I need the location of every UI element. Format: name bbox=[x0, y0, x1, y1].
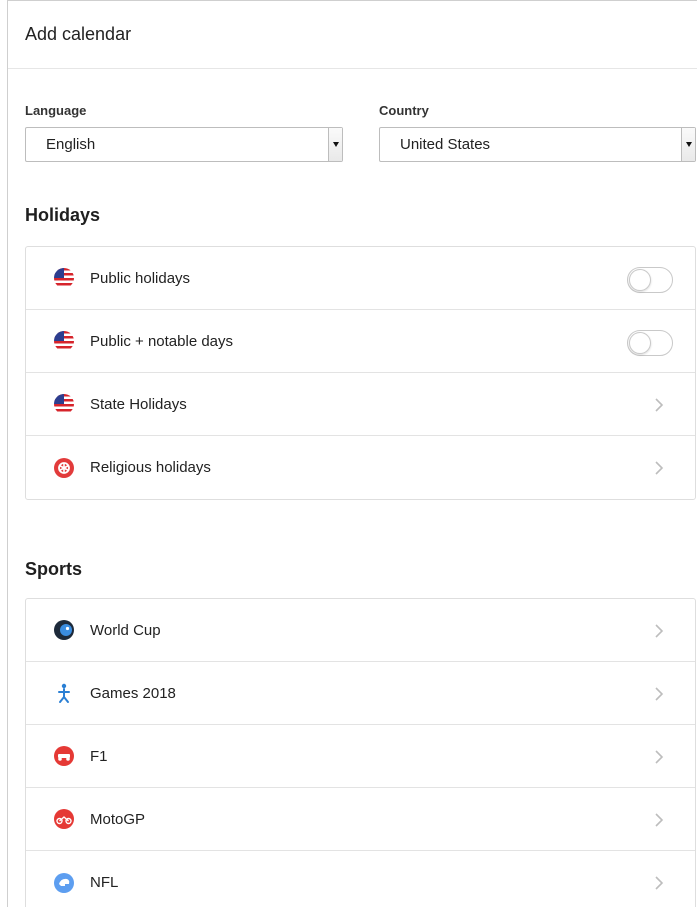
nfl-icon bbox=[53, 872, 75, 894]
row-label: Public + notable days bbox=[90, 332, 234, 350]
chevron-right-icon bbox=[655, 876, 664, 890]
country-group: Country United States bbox=[379, 103, 696, 162]
sports-list: World Cup Games 2018 F1 MotoGP NFL bbox=[25, 598, 696, 907]
motogp-icon bbox=[53, 808, 75, 830]
language-value: English bbox=[46, 136, 96, 153]
chevron-right-icon bbox=[655, 813, 664, 827]
row-label: State Holidays bbox=[90, 395, 187, 413]
list-item-world-cup[interactable]: World Cup bbox=[26, 599, 695, 662]
holidays-list: Public holidays Public + notable days St… bbox=[25, 246, 696, 500]
add-calendar-panel: Add calendar Language English Country Un… bbox=[7, 0, 697, 907]
world-cup-icon bbox=[53, 619, 75, 641]
holidays-section-title: Holidays bbox=[25, 205, 101, 225]
us-flag-icon bbox=[53, 393, 75, 415]
religious-icon bbox=[53, 457, 75, 479]
row-label: NFL bbox=[90, 874, 119, 891]
public-notable-days-toggle[interactable] bbox=[627, 330, 673, 356]
country-label: Country bbox=[379, 103, 429, 118]
country-value: United States bbox=[400, 136, 491, 153]
f1-icon bbox=[53, 745, 75, 767]
list-item-public-notable-days: Public + notable days bbox=[26, 310, 695, 373]
row-label: Public holidays bbox=[90, 269, 191, 287]
chevron-right-icon bbox=[655, 461, 664, 475]
list-item-f1[interactable]: F1 bbox=[26, 725, 695, 788]
language-select[interactable]: English bbox=[25, 127, 343, 162]
chevron-right-icon bbox=[655, 750, 664, 764]
sports-section-title: Sports bbox=[25, 559, 83, 579]
row-label: F1 bbox=[90, 747, 108, 765]
locale-selectors: Language English Country United States bbox=[25, 103, 696, 163]
row-label: World Cup bbox=[90, 621, 161, 639]
list-item-public-holidays: Public holidays bbox=[26, 247, 695, 310]
country-select[interactable]: United States bbox=[379, 127, 696, 162]
list-item-nfl[interactable]: NFL bbox=[26, 851, 695, 907]
row-label: MotoGP bbox=[90, 810, 146, 828]
row-label: Religious holidays bbox=[90, 459, 211, 476]
row-label: Games 2018 bbox=[90, 684, 176, 702]
list-item-religious-holidays[interactable]: Religious holidays bbox=[26, 436, 695, 499]
panel-header: Add calendar bbox=[8, 1, 697, 69]
us-flag-icon bbox=[53, 330, 75, 352]
public-holidays-toggle[interactable] bbox=[627, 267, 673, 293]
chevron-right-icon bbox=[655, 398, 664, 412]
list-item-motogp[interactable]: MotoGP bbox=[26, 788, 695, 851]
panel-title: Add calendar bbox=[25, 24, 132, 44]
games-2018-icon bbox=[53, 682, 75, 704]
chevron-down-icon bbox=[328, 128, 342, 161]
chevron-right-icon bbox=[655, 687, 664, 701]
language-group: Language English bbox=[25, 103, 343, 162]
language-label: Language bbox=[25, 103, 87, 118]
list-item-state-holidays[interactable]: State Holidays bbox=[26, 373, 695, 436]
chevron-right-icon bbox=[655, 624, 664, 638]
chevron-down-icon bbox=[681, 128, 695, 161]
us-flag-icon bbox=[53, 267, 75, 289]
list-item-games-2018[interactable]: Games 2018 bbox=[26, 662, 695, 725]
